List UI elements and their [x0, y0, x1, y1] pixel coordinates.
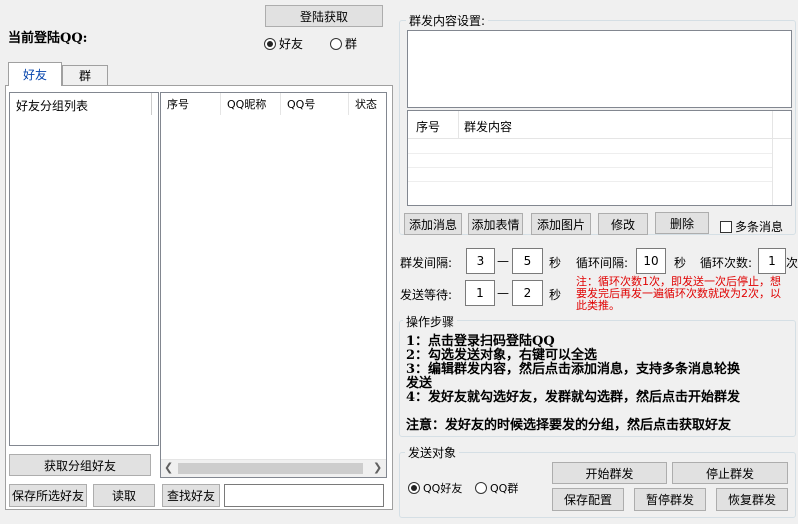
loop-count-unit: 次 — [786, 256, 798, 270]
radio-qq-friend-indicator[interactable] — [408, 482, 420, 494]
radio-qq-friend[interactable]: QQ好友 — [408, 480, 462, 496]
content-col-index[interactable]: 序号 — [416, 118, 440, 135]
content-row-line — [408, 153, 772, 154]
radio-qq-group-indicator[interactable] — [475, 482, 487, 494]
content-col-divider-2 — [772, 111, 773, 205]
content-row-line — [408, 167, 772, 168]
add-message-button[interactable]: 添加消息 — [404, 213, 462, 235]
col-qq-number[interactable]: QQ号 — [281, 93, 349, 115]
tab-friends-label: 好友 — [22, 68, 47, 82]
friend-group-list-header: 好友分组列表 — [16, 99, 89, 113]
loop-count-label: 循环次数: — [700, 256, 753, 270]
interval-dash: — — [497, 254, 509, 268]
read-button[interactable]: 读取 — [93, 484, 155, 507]
tab-groups-label: 群 — [78, 69, 91, 83]
content-textarea[interactable] — [407, 30, 792, 108]
edit-button[interactable]: 修改 — [598, 213, 648, 235]
stop-send-button[interactable]: 停止群发 — [672, 462, 788, 484]
save-config-button[interactable]: 保存配置 — [552, 488, 624, 511]
friend-table[interactable]: 序号 QQ昵称 QQ号 状态 ❮ ❯ — [160, 92, 387, 478]
find-friend-button[interactable]: 查找好友 — [162, 484, 220, 507]
content-table[interactable]: 序号 群发内容 — [407, 110, 792, 206]
wait-sec: 秒 — [549, 288, 562, 302]
loop-interval-sec: 秒 — [674, 256, 687, 270]
step-3a: 3：编辑群发内容，然后点击添加消息，支持多条消息轮换 — [406, 362, 741, 377]
list-header-divider — [151, 93, 152, 115]
friend-group-list[interactable]: 好友分组列表 — [9, 92, 159, 446]
tab-friends[interactable]: 好友 — [8, 62, 62, 86]
loop-note-line3: 此类推。 — [576, 299, 620, 312]
login-button[interactable]: 登陆获取 — [265, 5, 383, 27]
content-col-divider — [458, 111, 459, 139]
start-send-button[interactable]: 开始群发 — [552, 462, 667, 484]
loop-count-input[interactable]: 1 — [758, 248, 786, 274]
wait-dash: — — [497, 286, 509, 300]
pause-send-button[interactable]: 暂停群发 — [634, 488, 706, 511]
multi-message-box[interactable] — [720, 220, 732, 233]
interval-sec: 秒 — [549, 256, 562, 270]
content-row-line — [408, 181, 772, 182]
loop-interval-label: 循环间隔: — [576, 256, 629, 270]
multi-message-checkbox[interactable]: 多条消息 — [720, 218, 783, 235]
radio-friend[interactable]: 好友 — [264, 35, 303, 52]
horizontal-scrollbar[interactable]: ❮ ❯ — [161, 459, 386, 477]
radio-qq-group-label: QQ群 — [490, 482, 519, 495]
content-col-content[interactable]: 群发内容 — [464, 118, 512, 135]
radio-qq-friend-label: QQ好友 — [423, 482, 463, 495]
radio-friend-label: 好友 — [279, 37, 304, 51]
find-friend-input[interactable] — [224, 484, 384, 507]
col-status[interactable]: 状态 — [349, 93, 386, 115]
loop-interval-input[interactable]: 10 — [636, 248, 666, 274]
save-selected-button[interactable]: 保存所选好友 — [9, 484, 87, 507]
scroll-thumb[interactable] — [178, 463, 363, 474]
send-target-title: 发送对象 — [405, 444, 460, 461]
col-index[interactable]: 序号 — [161, 93, 221, 115]
scroll-left-icon[interactable]: ❮ — [164, 461, 173, 474]
col-nickname[interactable]: QQ昵称 — [221, 93, 281, 115]
interval-min-input[interactable]: 3 — [466, 248, 495, 274]
wait-min-input[interactable]: 1 — [465, 280, 495, 306]
tab-groups[interactable]: 群 — [62, 65, 108, 85]
radio-friend-indicator[interactable] — [264, 37, 276, 50]
radio-qq-group[interactable]: QQ群 — [475, 480, 518, 496]
interval-label: 群发间隔: — [400, 256, 453, 270]
radio-group[interactable]: 群 — [330, 35, 357, 52]
resume-send-button[interactable]: 恢复群发 — [716, 488, 788, 511]
scroll-right-icon[interactable]: ❯ — [373, 461, 382, 474]
steps-title: 操作步骤 — [403, 313, 458, 330]
wait-label: 发送等待: — [400, 288, 453, 302]
steps-note: 注意：发好友的时候选择要发的分组，然后点击获取好友 — [406, 418, 732, 433]
step-4: 4：发好友就勾选好友，发群就勾选群，然后点击开始群发 — [406, 390, 741, 405]
interval-max-input[interactable]: 5 — [512, 248, 543, 274]
content-table-header: 序号 群发内容 — [408, 111, 791, 205]
content-settings-title: 群发内容设置: — [406, 12, 489, 29]
multi-message-label: 多条消息 — [735, 220, 784, 234]
add-image-button[interactable]: 添加图片 — [531, 213, 591, 235]
wait-max-input[interactable]: 2 — [512, 280, 543, 306]
radio-group-label: 群 — [345, 37, 358, 51]
get-group-friends-button[interactable]: 获取分组好友 — [9, 454, 151, 476]
delete-button[interactable]: 删除 — [655, 212, 709, 234]
current-qq-label: 当前登陆QQ: — [8, 31, 88, 46]
add-emoji-button[interactable]: 添加表情 — [468, 213, 523, 235]
radio-group-indicator[interactable] — [330, 37, 342, 50]
